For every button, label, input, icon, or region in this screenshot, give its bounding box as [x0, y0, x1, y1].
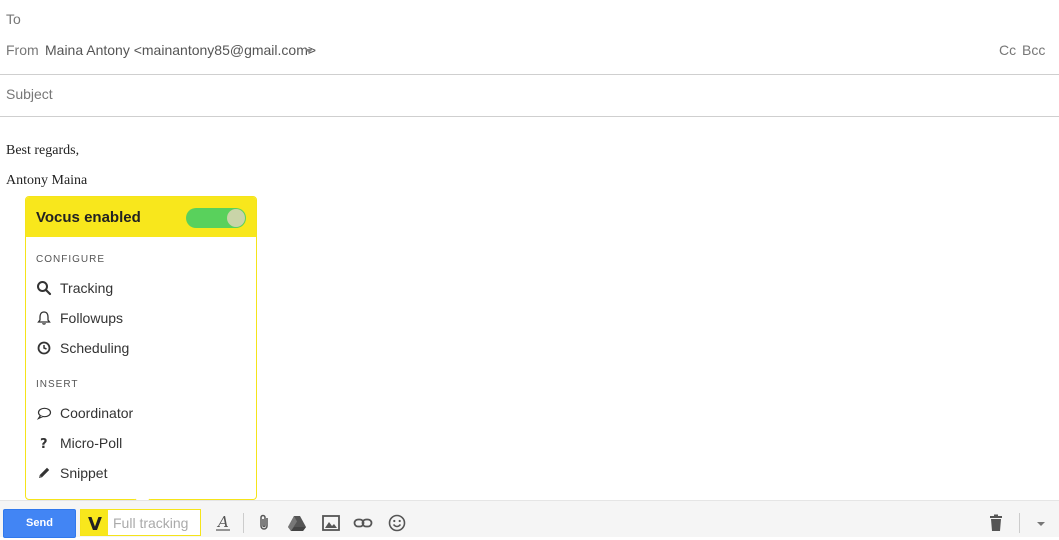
- vocus-tracking-button[interactable]: V Full tracking: [80, 509, 201, 536]
- menu-item-label: Micro-Poll: [60, 435, 123, 451]
- menu-item-coordinator[interactable]: Coordinator: [34, 401, 248, 425]
- from-address-select[interactable]: Maina Antony <mainantony85@gmail.com>: [45, 42, 316, 58]
- google-drive-icon[interactable]: [287, 513, 307, 533]
- vocus-logo: V: [81, 510, 108, 535]
- trash-icon[interactable]: [986, 513, 1006, 533]
- toggle-knob: [227, 209, 245, 227]
- to-label: To: [6, 11, 21, 27]
- menu-item-label: Snippet: [60, 465, 108, 481]
- toolbar-separator: [243, 513, 244, 533]
- subject-field[interactable]: Subject: [0, 86, 1059, 106]
- vocus-title: Vocus enabled: [36, 209, 141, 226]
- menu-item-tracking[interactable]: Tracking: [34, 276, 248, 300]
- speech-bubble-icon: [36, 407, 52, 420]
- compose-toolbar: Send V Full tracking A: [0, 500, 1059, 538]
- more-options-chevron-down-icon[interactable]: [1031, 513, 1051, 533]
- configure-heading: CONFIGURE: [36, 254, 105, 265]
- body-line-2[interactable]: Antony Maina: [6, 173, 87, 189]
- paperclip-icon[interactable]: [255, 513, 275, 533]
- body-line-1[interactable]: Best regards,: [6, 143, 79, 159]
- insert-photo-icon[interactable]: [321, 513, 341, 533]
- vocus-header: Vocus enabled: [26, 197, 256, 237]
- emoji-icon[interactable]: [387, 513, 407, 533]
- question-icon: ?: [40, 437, 48, 451]
- menu-item-followups[interactable]: Followups: [34, 306, 248, 330]
- menu-item-snippet[interactable]: Snippet: [34, 461, 248, 485]
- menu-item-micro-poll[interactable]: ? Micro-Poll: [34, 431, 248, 455]
- bcc-link[interactable]: Bcc: [1022, 42, 1045, 58]
- subject-placeholder: Subject: [6, 86, 53, 102]
- toolbar-separator: [1019, 513, 1020, 533]
- divider: [0, 116, 1059, 117]
- from-label: From: [6, 42, 39, 58]
- tracking-label: Full tracking: [113, 515, 189, 531]
- menu-item-scheduling[interactable]: Scheduling: [34, 336, 248, 360]
- cc-link[interactable]: Cc: [999, 42, 1016, 58]
- send-button[interactable]: Send: [3, 509, 76, 538]
- pencil-icon: [39, 467, 50, 478]
- chevron-down-icon[interactable]: [305, 49, 313, 53]
- svg-text:?: ?: [40, 437, 48, 451]
- menu-item-label: Coordinator: [60, 405, 134, 421]
- clock-icon: [37, 341, 51, 355]
- svg-text:A: A: [216, 513, 229, 531]
- insert-heading: INSERT: [36, 379, 79, 390]
- search-icon: [37, 281, 52, 296]
- svg-text:V: V: [88, 514, 102, 535]
- menu-item-label: Followups: [60, 310, 124, 326]
- menu-item-label: Tracking: [60, 280, 114, 296]
- divider: [0, 74, 1059, 75]
- text-format-icon[interactable]: A: [213, 513, 233, 533]
- from-row: From Maina Antony <mainantony85@gmail.co…: [0, 40, 1059, 62]
- bell-icon: [37, 311, 51, 325]
- menu-item-label: Scheduling: [60, 340, 130, 356]
- vocus-enabled-toggle[interactable]: [186, 208, 246, 228]
- vocus-menu-popup: Vocus enabled CONFIGURE Tracking Followu…: [25, 196, 257, 500]
- to-field[interactable]: To: [0, 9, 1059, 29]
- link-icon[interactable]: [353, 513, 373, 533]
